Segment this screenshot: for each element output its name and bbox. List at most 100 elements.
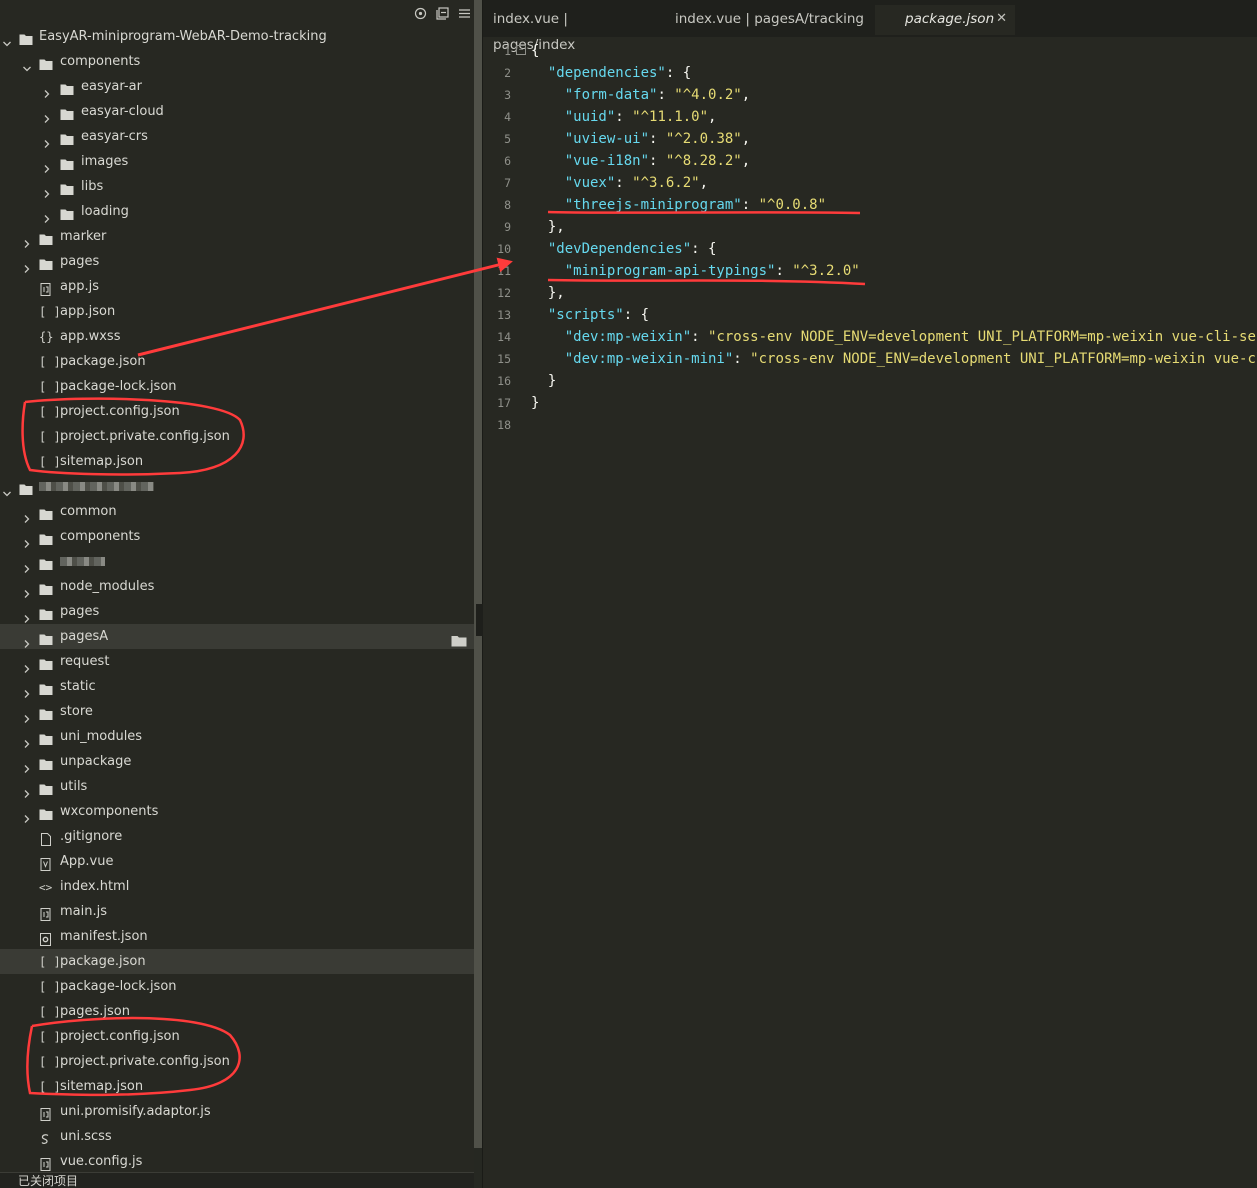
tree-folder[interactable]: static xyxy=(0,674,474,699)
tab-index-vue-pages[interactable]: index.vue | pages/index xyxy=(493,6,653,53)
code-line[interactable]: 14 "dev:mp-weixin": "cross-env NODE_ENV=… xyxy=(483,326,1257,348)
tree-folder[interactable]: pages xyxy=(0,249,474,274)
tree-folder[interactable]: wxcomponents xyxy=(0,799,474,824)
code-line[interactable]: 11 "miniprogram-api-typings": "^3.2.0" xyxy=(483,260,1257,282)
code-line[interactable]: 13 "scripts": { xyxy=(483,304,1257,326)
tree-folder[interactable] xyxy=(0,474,474,499)
chevron-right-icon[interactable] xyxy=(23,557,31,573)
tree-file[interactable]: [ ] project.private.config.json xyxy=(0,424,474,449)
tree-folder[interactable]: unpackage xyxy=(0,749,474,774)
tree-folder[interactable]: components xyxy=(0,49,474,74)
chevron-right-icon[interactable] xyxy=(23,757,31,773)
tree-file[interactable]: [ ] project.private.config.json xyxy=(0,1049,474,1074)
tab-index-vue-pagesa[interactable]: index.vue | pagesA/tracking xyxy=(675,6,865,32)
tree-folder[interactable]: easyar-ar xyxy=(0,74,474,99)
code-line[interactable]: 7 "vuex": "^3.6.2", xyxy=(483,172,1257,194)
tree-folder[interactable]: store xyxy=(0,699,474,724)
tree-file[interactable]: app.js xyxy=(0,274,474,299)
tree-folder[interactable]: common xyxy=(0,499,474,524)
chevron-right-icon[interactable] xyxy=(43,157,51,173)
code-line[interactable]: 4 "uuid": "^11.1.0", xyxy=(483,106,1257,128)
tree-folder[interactable]: pages xyxy=(0,599,474,624)
tree-folder[interactable]: node_modules xyxy=(0,574,474,599)
tree-file[interactable]: [ ] app.json xyxy=(0,299,474,324)
tree-folder[interactable]: marker xyxy=(0,224,474,249)
tree-folder[interactable]: EasyAR-miniprogram-WebAR-Demo-tracking xyxy=(0,24,474,49)
explorer-scrollbar[interactable] xyxy=(474,0,482,1148)
code-area[interactable]: 1−{2 "dependencies": {3 "form-data": "^4… xyxy=(483,40,1257,436)
chevron-right-icon[interactable] xyxy=(23,657,31,673)
chevron-right-icon[interactable] xyxy=(23,782,31,798)
tree-file[interactable]: [ ] sitemap.json xyxy=(0,1074,474,1099)
chevron-right-icon[interactable] xyxy=(43,182,51,198)
code-line[interactable]: 17} xyxy=(483,392,1257,414)
chevron-right-icon[interactable] xyxy=(23,257,31,273)
tree-file[interactable]: <> index.html xyxy=(0,874,474,899)
tree-file[interactable]: uni.scss xyxy=(0,1124,474,1149)
code-line[interactable]: 2 "dependencies": { xyxy=(483,62,1257,84)
chevron-down-icon[interactable] xyxy=(3,32,11,47)
tree-folder[interactable] xyxy=(0,549,474,574)
chevron-right-icon[interactable] xyxy=(23,732,31,748)
code-line[interactable]: 15 "dev:mp-weixin-mini": "cross-env NODE… xyxy=(483,348,1257,370)
tree-file[interactable]: [ ] package.json xyxy=(0,949,474,974)
tree-file[interactable]: [ ] package.json xyxy=(0,349,474,374)
code-line[interactable]: 3 "form-data": "^4.0.2", xyxy=(483,84,1257,106)
chevron-right-icon[interactable] xyxy=(23,507,31,523)
tree-folder[interactable]: libs xyxy=(0,174,474,199)
open-folder-icon[interactable] xyxy=(451,631,467,647)
code-line[interactable]: 12 }, xyxy=(483,282,1257,304)
tree-folder[interactable]: components xyxy=(0,524,474,549)
tree-file[interactable]: [ ] package-lock.json xyxy=(0,974,474,999)
code-line[interactable]: 1−{ xyxy=(483,40,1257,62)
chevron-right-icon[interactable] xyxy=(23,707,31,723)
chevron-right-icon[interactable] xyxy=(43,132,51,148)
tree-file[interactable]: uni.promisify.adaptor.js xyxy=(0,1099,474,1124)
tree-file[interactable]: manifest.json xyxy=(0,924,474,949)
code-line[interactable]: 16 } xyxy=(483,370,1257,392)
chevron-right-icon[interactable] xyxy=(23,582,31,598)
tree-folder[interactable]: loading xyxy=(0,199,474,224)
collapse-all-icon[interactable] xyxy=(434,5,450,21)
chevron-right-icon[interactable] xyxy=(43,82,51,98)
code-line[interactable]: 6 "vue-i18n": "^8.28.2", xyxy=(483,150,1257,172)
tree-folder[interactable]: uni_modules xyxy=(0,724,474,749)
crosshair-icon[interactable] xyxy=(412,5,428,21)
tree-file[interactable]: vue.config.js xyxy=(0,1149,474,1174)
code-line[interactable]: 18 xyxy=(483,414,1257,436)
code-line[interactable]: 5 "uview-ui": "^2.0.38", xyxy=(483,128,1257,150)
tab-package-json[interactable]: package.json ✕ xyxy=(875,5,1015,35)
chevron-right-icon[interactable] xyxy=(23,807,31,823)
tree-file[interactable]: [ ] project.config.json xyxy=(0,399,474,424)
tree-file[interactable]: [ ] sitemap.json xyxy=(0,449,474,474)
fold-toggle-icon[interactable]: − xyxy=(516,45,526,55)
tree-file[interactable]: [ ] project.config.json xyxy=(0,1024,474,1049)
tree-file[interactable]: [ ] package-lock.json xyxy=(0,374,474,399)
menu-icon[interactable] xyxy=(456,5,472,21)
tree-folder[interactable]: request xyxy=(0,649,474,674)
close-icon[interactable]: ✕ xyxy=(996,5,1007,33)
tree-folder[interactable]: easyar-crs xyxy=(0,124,474,149)
chevron-right-icon[interactable] xyxy=(23,632,31,648)
closed-projects-bar[interactable]: 已关闭项目 xyxy=(0,1172,474,1188)
tree-file[interactable]: [ ] pages.json xyxy=(0,999,474,1024)
tree-file[interactable]: {} app.wxss xyxy=(0,324,474,349)
tree-folder[interactable]: utils xyxy=(0,774,474,799)
chevron-right-icon[interactable] xyxy=(43,107,51,123)
chevron-right-icon[interactable] xyxy=(43,207,51,223)
chevron-right-icon[interactable] xyxy=(23,682,31,698)
chevron-down-icon[interactable] xyxy=(23,57,31,72)
chevron-right-icon[interactable] xyxy=(23,532,31,548)
code-line[interactable]: 9 }, xyxy=(483,216,1257,238)
tree-file[interactable]: main.js xyxy=(0,899,474,924)
tree-file[interactable]: .gitignore xyxy=(0,824,474,849)
chevron-down-icon[interactable] xyxy=(3,482,11,497)
code-line[interactable]: 8 "threejs-miniprogram": "^0.0.8" xyxy=(483,194,1257,216)
tree-file[interactable]: App.vue xyxy=(0,849,474,874)
code-line[interactable]: 10 "devDependencies": { xyxy=(483,238,1257,260)
chevron-right-icon[interactable] xyxy=(23,607,31,623)
chevron-right-icon[interactable] xyxy=(23,232,31,248)
tree-folder[interactable]: pagesA xyxy=(0,624,474,649)
tree-folder[interactable]: easyar-cloud xyxy=(0,99,474,124)
tree-folder[interactable]: images xyxy=(0,149,474,174)
